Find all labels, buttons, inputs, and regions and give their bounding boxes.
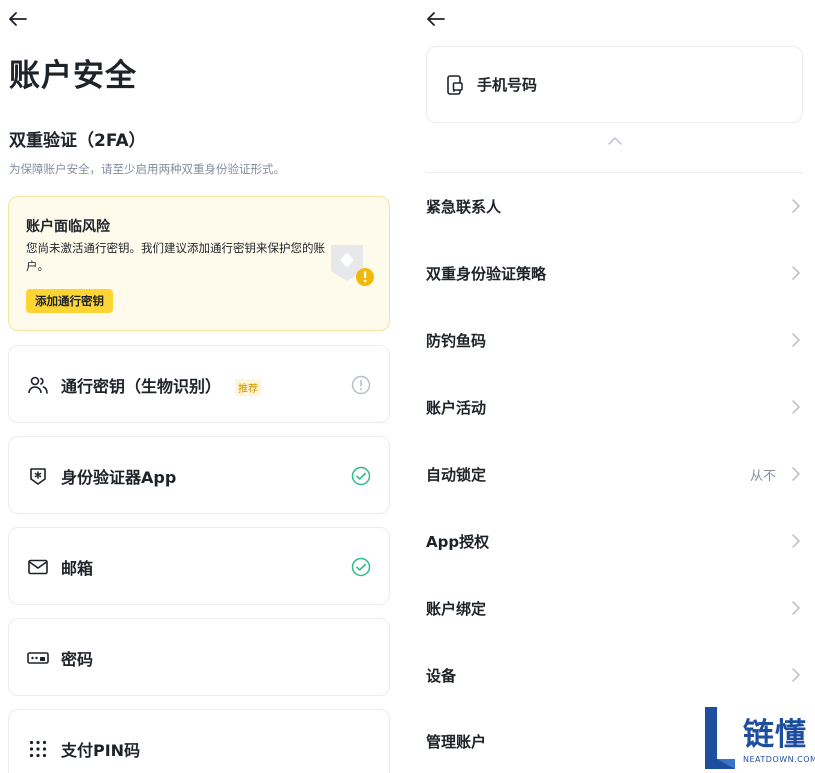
back-button[interactable] [424, 8, 448, 30]
users-icon [27, 374, 49, 396]
row-label: 紧急联系人 [426, 197, 502, 216]
row-2fa-policy[interactable]: 双重身份验证策略 [426, 253, 803, 293]
row-app-authorization[interactable]: App授权 [426, 521, 803, 561]
email-method-card[interactable]: 邮箱 [8, 527, 390, 605]
chevron-up-icon [608, 137, 622, 145]
chevron-right-icon [789, 534, 803, 548]
risk-alert-card: 账户面临风险 您尚未激活通行密钥。我们建议添加通行密钥来保护您的账户。 添加通行… [8, 196, 390, 331]
shield-warning-icon [331, 245, 374, 286]
phone-icon [444, 74, 466, 96]
row-account-activity[interactable]: 账户活动 [426, 387, 803, 427]
chevron-right-icon [789, 400, 803, 414]
row-label: App授权 [426, 532, 490, 551]
authenticator-shield-icon [27, 465, 49, 487]
row-label: 防钓鱼码 [426, 331, 487, 350]
arrow-left-icon [427, 12, 445, 26]
risk-alert-title: 账户面临风险 [26, 219, 110, 235]
check-circle-icon [350, 556, 372, 578]
mail-icon [27, 556, 49, 578]
chevron-right-icon [789, 601, 803, 615]
method-label: 通行密钥（生物识别） 推荐 [61, 373, 262, 397]
row-label: 自动锁定 [426, 465, 487, 484]
chevron-right-icon [789, 668, 803, 682]
row-label: 设备 [426, 666, 457, 685]
divider [426, 172, 803, 173]
collapse-toggle[interactable] [604, 132, 626, 150]
account-security-panel: 账户安全 双重验证（2FA） 为保障账户安全，请至少启用两种双重身份验证形式。 … [0, 0, 400, 773]
risk-alert-text: 您尚未激活通行密钥。我们建议添加通行密钥来保护您的账户。 [26, 241, 325, 273]
chevron-right-icon [789, 467, 803, 481]
watermark: 链懂 NEATDOWN.COM [701, 703, 815, 773]
row-auto-lock[interactable]: 自动锁定 从不 [426, 454, 803, 494]
row-devices[interactable]: 设备 [426, 655, 803, 695]
row-emergency-contact[interactable]: 紧急联系人 [426, 186, 803, 226]
row-label: 管理账户 [426, 732, 487, 751]
row-label: 双重身份验证策略 [426, 264, 547, 283]
twofa-description: 为保障账户安全，请至少启用两种双重身份验证形式。 [9, 162, 285, 176]
security-settings-panel: 手机号码 紧急联系人 双重身份验证策略 防钓鱼码 账户活动 自动锁定 从不 Ap… [410, 0, 815, 773]
pin-keypad-icon [27, 738, 49, 760]
arrow-left-icon [9, 12, 27, 26]
row-label: 账户活动 [426, 398, 487, 417]
chevron-right-icon [789, 333, 803, 347]
warning-status-icon [350, 374, 372, 396]
method-label: 身份验证器App [61, 468, 177, 487]
check-circle-icon [350, 465, 372, 487]
method-label: 支付PIN码 [61, 741, 141, 760]
method-label: 密码 [61, 650, 94, 669]
row-anti-phishing-code[interactable]: 防钓鱼码 [426, 320, 803, 360]
phone-method-card[interactable]: 手机号码 [426, 46, 803, 123]
row-label: 账户绑定 [426, 599, 487, 618]
method-label: 邮箱 [61, 559, 94, 578]
page-title: 账户安全 [9, 58, 137, 94]
watermark-text: 链懂 [743, 717, 807, 753]
password-method-card[interactable]: 密码 [8, 618, 390, 696]
back-button[interactable] [6, 8, 30, 30]
recommended-badge: 推荐 [235, 379, 262, 396]
add-passkey-button[interactable]: 添加通行密钥 [26, 289, 113, 313]
twofa-section-title: 双重验证（2FA） [9, 131, 146, 151]
row-account-binding[interactable]: 账户绑定 [426, 588, 803, 628]
chevron-right-icon [789, 266, 803, 280]
watermark-subtext: NEATDOWN.COM [743, 755, 815, 764]
password-icon [27, 647, 49, 669]
phone-label: 手机号码 [477, 76, 538, 94]
authenticator-method-card[interactable]: 身份验证器App [8, 436, 390, 514]
payment-pin-method-card[interactable]: 支付PIN码 [8, 709, 390, 773]
chevron-right-icon [789, 199, 803, 213]
watermark-logo-icon [705, 707, 735, 769]
passkey-method-card[interactable]: 通行密钥（生物识别） 推荐 [8, 345, 390, 423]
auto-lock-value: 从不 [749, 468, 776, 484]
